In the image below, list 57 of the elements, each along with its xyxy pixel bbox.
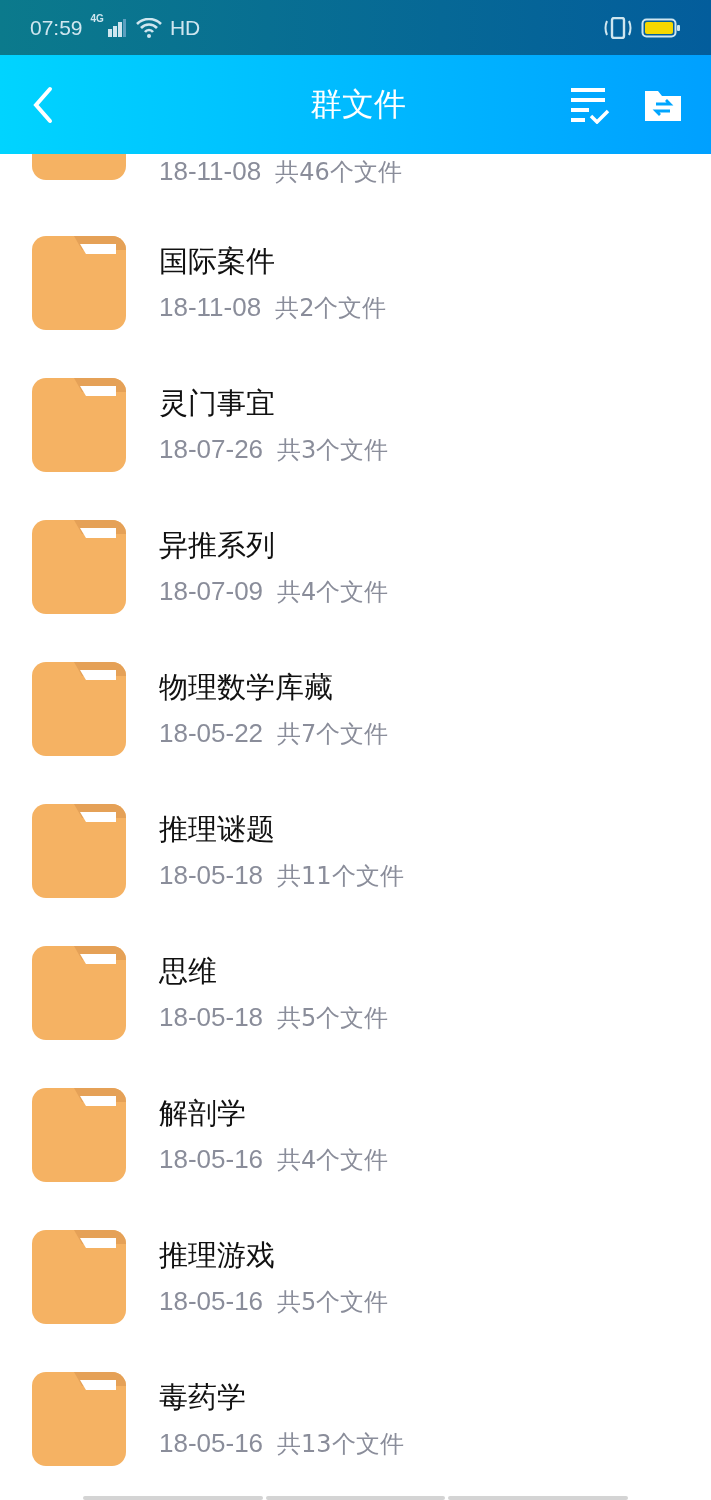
folder-icon xyxy=(32,1230,126,1324)
file-count: 共5个文件 xyxy=(277,1287,389,1318)
folder-item[interactable]: 国际案件 18-11-08 共2个文件 xyxy=(0,212,711,354)
folder-item[interactable]: 推理游戏 18-05-16 共5个文件 xyxy=(0,1206,711,1348)
battery-icon xyxy=(641,16,681,39)
folder-item[interactable]: 推理谜题 18-05-18 共11个文件 xyxy=(0,780,711,922)
folder-date: 18-05-16 xyxy=(159,1428,264,1460)
file-count: 共11个文件 xyxy=(277,861,404,892)
folder-icon xyxy=(32,662,126,756)
folder-icon xyxy=(32,378,126,472)
file-count: 共5个文件 xyxy=(277,1003,389,1034)
folder-item[interactable]: 异推系列 18-07-09 共4个文件 xyxy=(0,496,711,638)
folder-item[interactable]: 解剖学 18-05-16 共4个文件 xyxy=(0,1064,711,1206)
folder-transfer-button[interactable] xyxy=(645,88,681,121)
folder-date: 18-07-26 xyxy=(159,434,264,466)
file-count: 共7个文件 xyxy=(277,719,389,750)
folder-name: 物理数学库藏 xyxy=(159,669,334,706)
folder-name: 推理游戏 xyxy=(159,1237,276,1274)
clock-time: 07:59 xyxy=(30,15,83,40)
folder-name: 异推系列 xyxy=(159,527,276,564)
hd-label: HD xyxy=(169,15,201,40)
file-count: 共3个文件 xyxy=(277,435,389,466)
folder-item[interactable]: 物理数学库藏 18-05-22 共7个文件 xyxy=(0,638,711,780)
page-title: 群文件 xyxy=(308,83,407,125)
folder-name: 国际案件 xyxy=(159,243,276,280)
folder-name: 毒药学 xyxy=(159,1379,247,1416)
folder-icon xyxy=(32,1372,126,1466)
file-count: 共46个文件 xyxy=(275,157,402,188)
network-type: 4G xyxy=(90,13,104,24)
folder-date: 18-11-08 xyxy=(159,292,262,324)
folder-date: 18-05-16 xyxy=(159,1286,264,1318)
folder-name: 思维 xyxy=(159,953,218,990)
folder-date: 18-05-18 xyxy=(159,860,264,892)
folder-date: 18-11-08 xyxy=(159,156,262,188)
folder-date: 18-05-16 xyxy=(159,1144,264,1176)
folder-date: 18-05-22 xyxy=(159,718,264,750)
folder-date: 18-05-18 xyxy=(159,1002,264,1034)
multi-select-button[interactable] xyxy=(569,85,611,124)
folder-icon xyxy=(32,946,126,1040)
signal-icon xyxy=(107,18,128,37)
folder-name: 灵门事宜 xyxy=(159,385,276,422)
folder-icon xyxy=(32,520,126,614)
vibrate-icon xyxy=(603,16,633,39)
folder-name: 推理谜题 xyxy=(159,811,276,848)
folder-icon xyxy=(32,1088,126,1182)
folder-item[interactable]: 思维 18-05-18 共5个文件 xyxy=(0,922,711,1064)
file-count: 共4个文件 xyxy=(277,577,389,608)
folder-date: 18-07-09 xyxy=(159,576,264,608)
wifi-icon xyxy=(135,17,162,38)
file-count: 共4个文件 xyxy=(277,1145,389,1176)
folder-icon xyxy=(32,804,126,898)
file-count: 共13个文件 xyxy=(277,1429,404,1460)
folder-item[interactable]: 灵门事宜 18-07-26 共3个文件 xyxy=(0,354,711,496)
folder-item[interactable]: 毒药学 18-05-16 共13个文件 xyxy=(0,1348,711,1490)
folder-icon xyxy=(32,236,126,330)
file-count: 共2个文件 xyxy=(275,293,387,324)
folder-name: 解剖学 xyxy=(159,1095,247,1132)
